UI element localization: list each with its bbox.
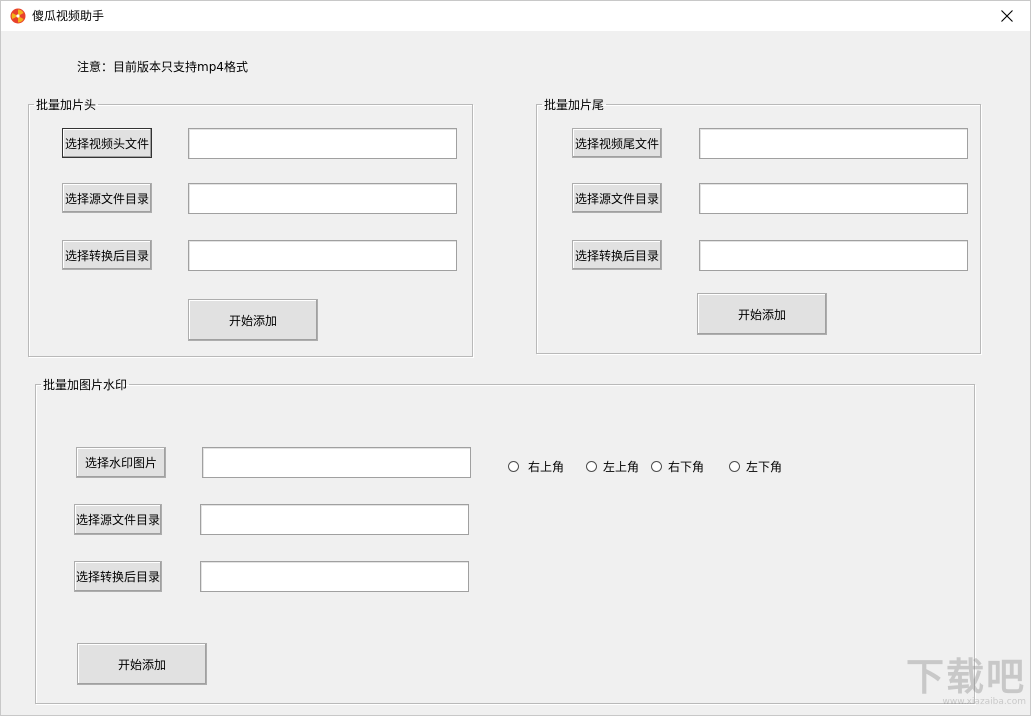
tail-output-dir-field[interactable] bbox=[699, 240, 968, 271]
head-select-output-button[interactable]: 选择转换后目录 bbox=[62, 240, 152, 270]
radio-top-right-label: 右上角 bbox=[528, 458, 564, 475]
select-watermark-image-button[interactable]: 选择水印图片 bbox=[76, 447, 166, 478]
tail-start-button[interactable]: 开始添加 bbox=[697, 293, 827, 335]
tail-select-output-button[interactable]: 选择转换后目录 bbox=[572, 240, 662, 270]
head-select-source-button[interactable]: 选择源文件目录 bbox=[62, 183, 152, 213]
close-button[interactable] bbox=[984, 1, 1030, 31]
tail-video-path-field[interactable] bbox=[699, 128, 968, 159]
radio-bottom-right[interactable]: 右下角 bbox=[651, 458, 704, 475]
site-watermark-text: 下载吧 bbox=[896, 655, 1026, 699]
head-group-legend: 批量加片头 bbox=[34, 96, 98, 113]
radio-bottom-left-label: 左下角 bbox=[746, 458, 782, 475]
watermark-source-dir-field[interactable] bbox=[200, 504, 469, 535]
format-notice: 注意：目前版本只支持mp4格式 bbox=[77, 58, 248, 75]
radio-top-left[interactable]: 左上角 bbox=[586, 458, 639, 475]
radio-top-right-dot[interactable] bbox=[508, 461, 519, 472]
head-source-dir-field[interactable] bbox=[188, 183, 457, 214]
watermark-image-path-field[interactable] bbox=[202, 447, 471, 478]
watermark-start-button[interactable]: 开始添加 bbox=[77, 643, 207, 685]
radio-bottom-right-label: 右下角 bbox=[668, 458, 704, 475]
radio-top-left-label: 左上角 bbox=[603, 458, 639, 475]
radio-bottom-left[interactable]: 左下角 bbox=[729, 458, 782, 475]
head-output-dir-field[interactable] bbox=[188, 240, 457, 271]
radio-bottom-right-dot[interactable] bbox=[651, 461, 662, 472]
site-watermark-logo: 下载吧 www.xiazaiba.com bbox=[896, 655, 1026, 715]
select-head-video-button[interactable]: 选择视频头文件 bbox=[62, 128, 152, 158]
radio-bottom-left-dot[interactable] bbox=[729, 461, 740, 472]
watermark-group-legend: 批量加图片水印 bbox=[41, 376, 129, 393]
select-tail-video-button[interactable]: 选择视频尾文件 bbox=[572, 128, 662, 158]
tail-source-dir-field[interactable] bbox=[699, 183, 968, 214]
tail-select-source-button[interactable]: 选择源文件目录 bbox=[572, 183, 662, 213]
radio-top-right[interactable]: 右上角 bbox=[508, 458, 564, 475]
window-title: 傻瓜视频助手 bbox=[32, 9, 104, 23]
app-logo-icon bbox=[10, 8, 26, 24]
watermark-select-output-button[interactable]: 选择转换后目录 bbox=[74, 561, 162, 592]
radio-top-left-dot[interactable] bbox=[586, 461, 597, 472]
title-bar: 傻瓜视频助手 bbox=[1, 1, 1030, 31]
watermark-output-dir-field[interactable] bbox=[200, 561, 469, 592]
head-video-path-field[interactable] bbox=[188, 128, 457, 159]
watermark-select-source-button[interactable]: 选择源文件目录 bbox=[74, 504, 162, 535]
app-window: 傻瓜视频助手 注意：目前版本只支持mp4格式 批量加片头 选择视频头文件 选择源… bbox=[0, 0, 1031, 716]
tail-group-legend: 批量加片尾 bbox=[542, 96, 606, 113]
head-start-button[interactable]: 开始添加 bbox=[188, 299, 318, 341]
close-icon bbox=[1001, 10, 1013, 22]
